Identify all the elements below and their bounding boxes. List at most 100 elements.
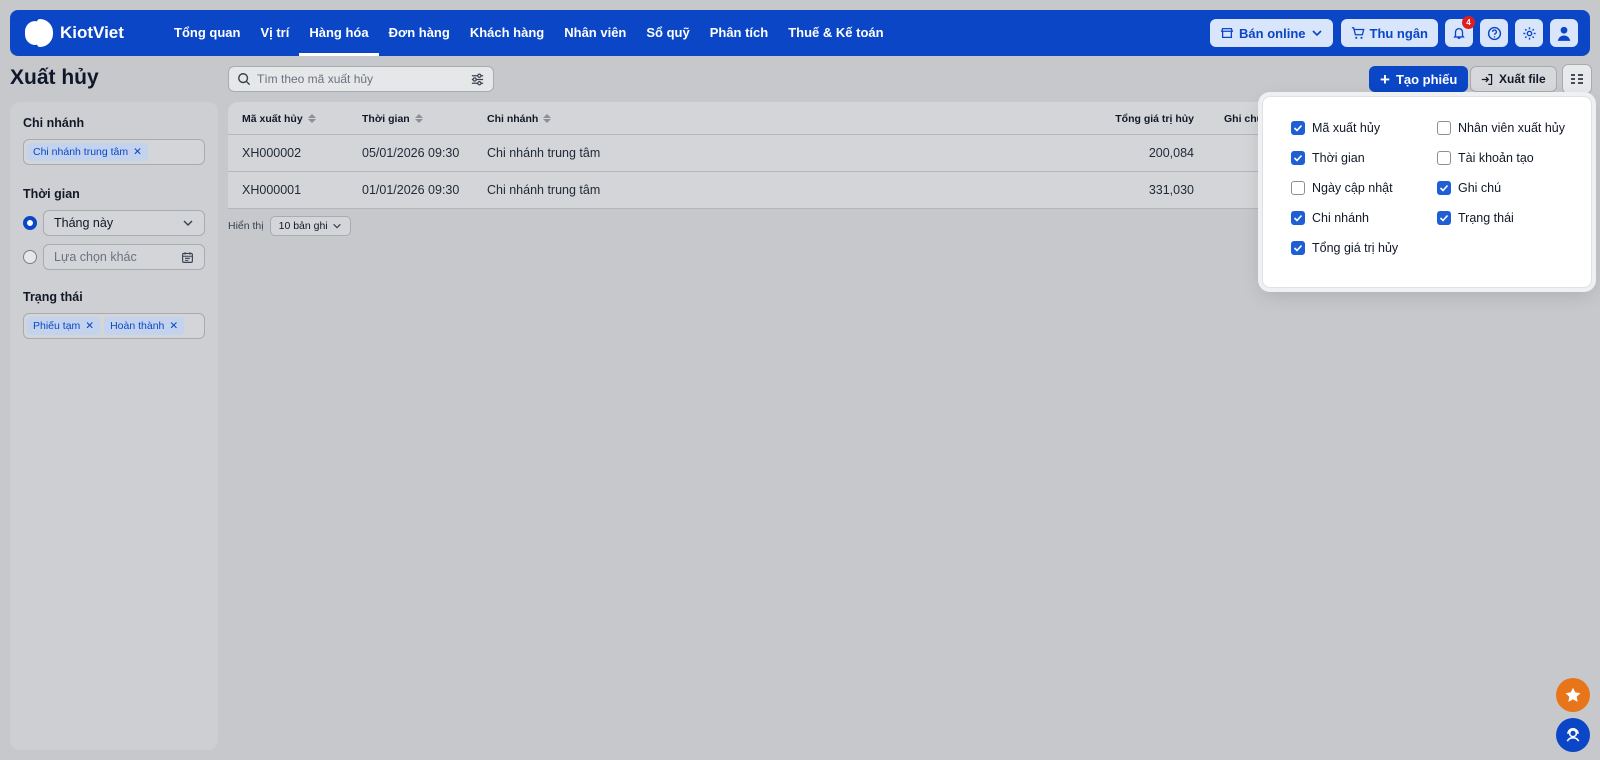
help-icon	[1487, 26, 1501, 40]
column-toggle-time-label: Thời gian	[1312, 151, 1365, 165]
column-toggle-note[interactable]: Ghi chú	[1437, 181, 1501, 195]
checkbox-note[interactable]	[1437, 181, 1451, 195]
nav-item-location[interactable]: Vị trí	[250, 10, 299, 56]
time-custom-input[interactable]: Lựa chọn khác	[43, 244, 205, 270]
branch-filter-select[interactable]: Chi nhánh trung tâm ✕	[23, 139, 205, 165]
page-size-select[interactable]: 10 bản ghi	[269, 216, 351, 236]
column-toggle-status[interactable]: Trạng thái	[1437, 211, 1514, 225]
filter-sliders-icon[interactable]	[470, 72, 485, 87]
time-preset-radio[interactable]	[23, 216, 37, 230]
calendar-icon	[182, 251, 193, 263]
column-header-note-label: Ghi chú	[1224, 112, 1264, 125]
status-filter-select[interactable]: Phiếu tạm ✕ Hoàn thành ✕	[23, 313, 205, 339]
notifications-button[interactable]: 4	[1445, 16, 1475, 47]
settings-button[interactable]	[1515, 19, 1543, 47]
close-icon[interactable]: ✕	[133, 146, 142, 158]
column-header-code-label: Mã xuất hủy	[242, 112, 303, 125]
checkbox-creator[interactable]	[1437, 151, 1451, 165]
export-file-button[interactable]: Xuất file	[1470, 66, 1557, 92]
create-voucher-button[interactable]: + Tạo phiếu	[1369, 66, 1469, 92]
column-header-code[interactable]: Mã xuất hủy	[242, 102, 316, 135]
nav-item-tax-accounting[interactable]: Thuế & Kế toán	[778, 10, 893, 56]
brand-name: KiotViet	[60, 23, 124, 42]
chevron-down-icon	[332, 223, 341, 229]
navbar-actions: Bán online Thu ngân 4	[1202, 16, 1578, 47]
page-size-value: 10 bản ghi	[278, 220, 328, 232]
checkbox-status[interactable]	[1437, 211, 1451, 225]
support-fab[interactable]	[1556, 718, 1590, 752]
time-custom-radio[interactable]	[23, 250, 37, 264]
checkbox-branch[interactable]	[1291, 211, 1305, 225]
search-placeholder: Tìm theo mã xuất hủy	[257, 72, 374, 86]
nav-item-orders[interactable]: Đơn hàng	[379, 10, 460, 56]
branch-filter-label: Chi nhánh	[23, 116, 85, 130]
star-icon	[1565, 687, 1581, 702]
status-tag-draft-label: Phiếu tạm	[33, 320, 81, 332]
time-custom-placeholder: Lựa chọn khác	[54, 250, 137, 264]
time-preset-option: Tháng này	[23, 210, 205, 236]
column-toggle-staff[interactable]: Nhân viên xuất hủy	[1437, 121, 1565, 135]
support-agent-icon	[1566, 728, 1580, 742]
column-settings-button[interactable]	[1562, 64, 1592, 94]
nav-item-analytics[interactable]: Phân tích	[700, 10, 779, 56]
export-file-label: Xuất file	[1499, 72, 1546, 86]
column-header-time[interactable]: Thời gian	[362, 102, 423, 135]
search-input[interactable]: Tìm theo mã xuất hủy	[228, 66, 494, 92]
time-preset-select[interactable]: Tháng này	[43, 210, 205, 236]
kiotviet-logo[interactable]: KiotViet	[24, 18, 136, 48]
column-header-branch[interactable]: Chi nhánh	[487, 102, 552, 135]
column-toggle-staff-label: Nhân viên xuất hủy	[1458, 121, 1566, 135]
nav-item-overview[interactable]: Tổng quan	[164, 10, 250, 56]
checkbox-total[interactable]	[1291, 241, 1305, 255]
store-icon	[1220, 27, 1234, 39]
time-custom-option: Lựa chọn khác	[23, 244, 205, 270]
page-size-label: Hiển thị	[228, 220, 264, 232]
checkbox-staff[interactable]	[1437, 121, 1451, 135]
cell-code: XH000002	[242, 146, 302, 160]
column-header-total-label: Tổng giá trị hủy	[1115, 112, 1194, 125]
favorite-fab[interactable]	[1556, 678, 1590, 712]
search-icon	[238, 73, 251, 86]
cell-branch: Chi nhánh trung tâm	[487, 146, 601, 160]
cashier-label: Thu ngân	[1369, 25, 1429, 41]
nav-item-products[interactable]: Hàng hóa	[299, 10, 379, 56]
checkbox-updated[interactable]	[1291, 181, 1305, 195]
column-toggle-time[interactable]: Thời gian	[1291, 151, 1365, 165]
cashier-button[interactable]: Thu ngân	[1340, 19, 1438, 47]
cell-time: 05/01/2026 09:30	[362, 146, 460, 160]
column-toggle-branch[interactable]: Chi nhánh	[1291, 211, 1369, 225]
nav-item-customers[interactable]: Khách hàng	[460, 10, 554, 56]
branch-tag-label: Chi nhánh trung tâm	[33, 146, 129, 158]
check-icon	[1439, 214, 1449, 222]
cell-total: 200,084	[1148, 146, 1194, 160]
column-toggle-updated[interactable]: Ngày cập nhật	[1291, 181, 1393, 195]
help-button[interactable]	[1480, 19, 1508, 47]
gear-icon	[1522, 26, 1536, 40]
column-toggle-status-label: Trạng thái	[1458, 211, 1514, 225]
column-toggle-total[interactable]: Tổng giá trị hủy	[1291, 241, 1398, 255]
column-header-time-label: Thời gian	[362, 112, 410, 125]
close-icon[interactable]: ✕	[85, 320, 94, 332]
checkbox-code[interactable]	[1291, 121, 1305, 135]
check-icon	[1293, 124, 1303, 132]
nav-item-cashbook[interactable]: Sổ quỹ	[636, 10, 699, 56]
column-toggle-updated-label: Ngày cập nhật	[1312, 181, 1393, 195]
time-preset-value: Tháng này	[54, 216, 114, 230]
page-title: Xuất hủy	[10, 66, 99, 89]
column-toggle-code[interactable]: Mã xuất hủy	[1291, 121, 1380, 135]
column-toggle-total-label: Tổng giá trị hủy	[1312, 241, 1399, 255]
cell-code: XH000001	[242, 183, 302, 197]
close-icon[interactable]: ✕	[169, 320, 178, 332]
check-icon	[1293, 154, 1303, 162]
column-header-total[interactable]: Tổng giá trị hủy	[1028, 102, 1194, 135]
sell-online-button[interactable]: Bán online	[1210, 19, 1333, 47]
checkbox-time[interactable]	[1291, 151, 1305, 165]
column-header-note[interactable]: Ghi chú	[1224, 102, 1263, 135]
time-filter-label: Thời gian	[23, 187, 80, 201]
cell-branch: Chi nhánh trung tâm	[487, 183, 601, 197]
column-toggle-creator[interactable]: Tài khoản tạo	[1437, 151, 1534, 165]
list-columns-icon	[1571, 74, 1583, 84]
nav-item-staff[interactable]: Nhân viên	[554, 10, 636, 56]
status-tag-completed: Hoàn thành ✕	[104, 317, 185, 335]
user-avatar[interactable]	[1550, 19, 1578, 47]
